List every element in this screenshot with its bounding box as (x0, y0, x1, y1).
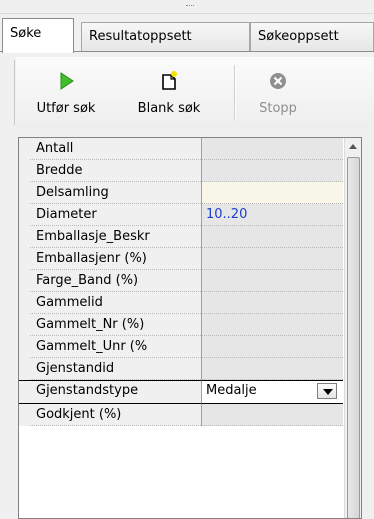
field-value[interactable] (201, 138, 343, 160)
row-gutter (19, 248, 30, 270)
row-gutter (19, 270, 30, 292)
tab-soke[interactable]: Søke (2, 18, 74, 53)
row-gutter (19, 160, 30, 182)
toolbar-separator (234, 65, 236, 121)
table-row[interactable]: Delsamling (19, 182, 343, 204)
chevron-down-icon[interactable] (317, 383, 337, 399)
scroll-up-arrow-icon[interactable] (345, 138, 361, 155)
row-gutter (19, 138, 30, 160)
field-name: Emballasjenr (%) (30, 248, 201, 270)
field-name: Emballasje_Beskr (30, 226, 201, 248)
dropdown-selected-value: Medalje (206, 383, 257, 398)
tab-resultatoppsett[interactable]: Resultatoppsett (81, 22, 250, 52)
row-gutter (19, 380, 30, 404)
field-value[interactable] (201, 160, 343, 182)
table-row[interactable]: Gammelt_Unr (% (19, 336, 343, 358)
field-value[interactable] (201, 336, 343, 358)
field-name: Gammelt_Unr (% (30, 336, 201, 358)
row-gutter (19, 358, 30, 380)
field-value[interactable] (201, 182, 343, 204)
splitter-grip[interactable] (186, 5, 194, 7)
stop-label: Stopp (259, 101, 297, 116)
table-row[interactable]: Emballasje_Beskr (19, 226, 343, 248)
run-search-label: Utfør søk (36, 101, 96, 116)
field-value[interactable] (201, 226, 343, 248)
row-gutter (19, 314, 30, 336)
window-top-strip (0, 0, 374, 14)
row-gutter (19, 182, 30, 204)
field-name: Antall (30, 138, 201, 160)
vertical-scrollbar[interactable] (344, 138, 361, 518)
run-search-button[interactable]: Utfør søk (16, 57, 116, 127)
table-row-selected[interactable]: Gjenstandstype Medalje (19, 380, 343, 404)
row-gutter (19, 336, 30, 358)
field-name: Diameter (30, 204, 201, 226)
table-row[interactable]: Emballasjenr (%) (19, 248, 343, 270)
table-row[interactable]: Gjenstandid (19, 358, 343, 380)
field-name: Delsamling (30, 182, 201, 204)
value-dropdown[interactable]: Medalje (201, 380, 343, 404)
stop-button[interactable]: Stopp (238, 57, 318, 127)
table-row[interactable]: Godkjent (%) (19, 404, 343, 426)
table-row[interactable]: Diameter 10..20 (19, 204, 343, 226)
field-name: Gammelid (30, 292, 201, 314)
tab-bar: Søke Resultatoppsett Søkeoppsett (0, 18, 374, 53)
field-name: Gjenstandid (30, 358, 201, 380)
search-field-grid: Antall Bredde Delsamling Diameter 10..20… (18, 137, 362, 519)
field-value[interactable] (201, 292, 343, 314)
field-value[interactable] (201, 404, 343, 426)
field-name: Gjenstandstype (30, 380, 201, 404)
field-value[interactable] (201, 248, 343, 270)
field-name: Bredde (30, 160, 201, 182)
row-gutter (19, 292, 30, 314)
new-document-icon (159, 71, 179, 91)
field-name: Godkjent (%) (30, 404, 201, 426)
row-gutter (19, 404, 30, 426)
table-row[interactable]: Antall (19, 138, 343, 160)
row-gutter (19, 204, 30, 226)
table-row[interactable]: Bredde (19, 160, 343, 182)
field-name: Gammelt_Nr (%) (30, 314, 201, 336)
blank-search-button[interactable]: Blank søk (118, 57, 220, 127)
row-gutter (19, 226, 30, 248)
stop-icon (268, 71, 288, 91)
toolbar: Utfør søk Blank søk Stopp (16, 57, 374, 129)
blank-search-label: Blank søk (137, 101, 201, 116)
field-name: Farge_Band (%) (30, 270, 201, 292)
table-row[interactable]: Gammelid (19, 292, 343, 314)
field-value[interactable]: 10..20 (201, 204, 343, 226)
field-value[interactable] (201, 270, 343, 292)
scroll-thumb[interactable] (347, 157, 360, 518)
tab-sokeoppsett[interactable]: Søkeoppsett (250, 22, 374, 52)
play-icon (56, 71, 76, 91)
table-row[interactable]: Farge_Band (%) (19, 270, 343, 292)
field-value[interactable] (201, 314, 343, 336)
table-row[interactable]: Gammelt_Nr (%) (19, 314, 343, 336)
field-value[interactable] (201, 358, 343, 380)
